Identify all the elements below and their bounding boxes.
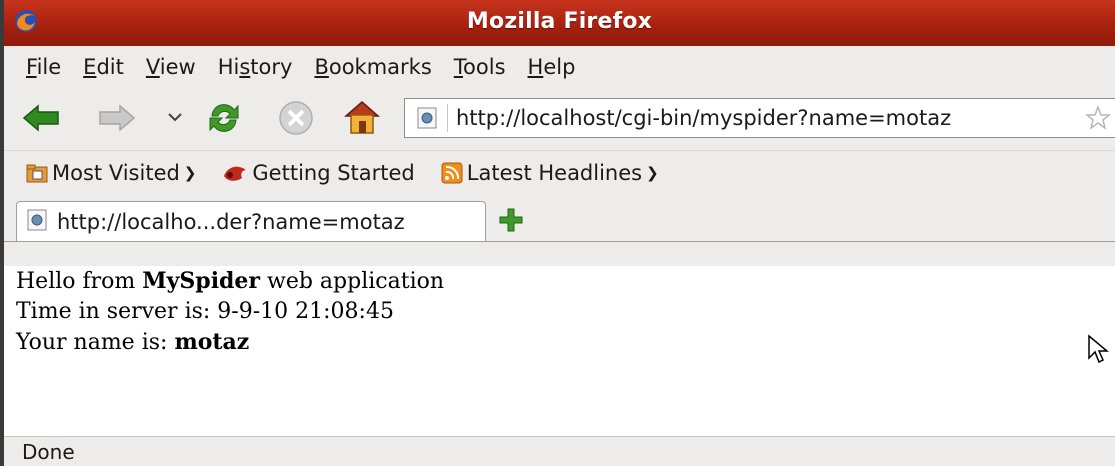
name-prefix: Your name is: — [16, 330, 175, 355]
greeting-line: Hello from MySpider web application — [16, 266, 1115, 297]
page-icon — [27, 209, 47, 235]
menu-item-edit[interactable]: Edit — [83, 55, 124, 79]
chevron-down-icon: ❯ — [183, 164, 197, 182]
navigation-toolbar: http://localhost/cgi-bin/myspider?name=m… — [4, 88, 1115, 150]
user-name: motaz — [174, 329, 250, 355]
bookmark-label: Most Visited — [52, 161, 180, 185]
menu-item-file[interactable]: File — [26, 55, 61, 79]
page-content: Hello from MySpider web application Time… — [4, 266, 1115, 436]
page-icon[interactable] — [413, 104, 448, 132]
menu-item-history[interactable]: History — [218, 55, 293, 79]
history-dropdown-icon[interactable] — [167, 112, 183, 124]
bookmark-star-icon[interactable] — [1085, 105, 1111, 131]
url-bar[interactable]: http://localhost/cgi-bin/myspider?name=m… — [404, 98, 1115, 138]
status-bar: Done — [4, 436, 1115, 466]
menu-item-bookmarks[interactable]: Bookmarks — [314, 55, 431, 79]
home-icon[interactable] — [342, 98, 382, 136]
server-time-line: Time in server is: 9-9-10 21:08:45 — [16, 299, 394, 324]
bookmark-label: Getting Started — [252, 161, 415, 185]
tab-active[interactable]: http://localho...der?name=motaz — [16, 201, 486, 241]
url-text[interactable]: http://localhost/cgi-bin/myspider?name=m… — [456, 106, 951, 130]
greeting-text: Hello from — [16, 269, 143, 294]
menu-bar: File Edit View History Bookmarks Tools Help — [4, 46, 1115, 88]
app-name: MySpider — [142, 268, 261, 294]
bookmarks-toolbar: Most Visited ❯ Getting Started Latest He… — [4, 150, 1115, 195]
menu-item-tools[interactable]: Tools — [454, 55, 506, 79]
reload-icon[interactable] — [204, 98, 244, 138]
chevron-down-icon: ❯ — [646, 164, 659, 182]
firefox-bookmark-icon — [224, 166, 247, 181]
bookmark-label: Latest Headlines — [466, 161, 643, 185]
bookmark-getting-started[interactable]: Getting Started — [222, 161, 415, 185]
tab-strip: http://localho...der?name=motaz — [4, 195, 1115, 242]
mouse-pointer-icon — [1088, 334, 1109, 364]
menu-item-view[interactable]: View — [146, 55, 196, 79]
stop-icon[interactable] — [278, 100, 314, 136]
window-title: Mozilla Firefox — [466, 9, 653, 34]
back-arrow-icon[interactable] — [22, 102, 62, 134]
greeting-suffix: web application — [260, 269, 445, 294]
folder-icon — [26, 164, 48, 183]
forward-arrow-icon[interactable] — [96, 102, 136, 134]
menu-item-help[interactable]: Help — [528, 55, 576, 79]
tab-label: http://localho...der?name=motaz — [57, 209, 405, 234]
browser-window: Mozilla Firefox File Edit View History Bookm… — [0, 0, 1115, 466]
bookmark-latest-headlines[interactable]: Latest Headlines ❯ — [441, 161, 659, 185]
name-line: Your name is: motaz — [16, 327, 1115, 358]
title-bar: Mozilla Firefox — [4, 0, 1115, 46]
bookmark-most-visited[interactable]: Most Visited ❯ — [26, 161, 196, 185]
rss-icon — [441, 162, 463, 184]
new-tab-plus-icon[interactable] — [498, 207, 524, 233]
